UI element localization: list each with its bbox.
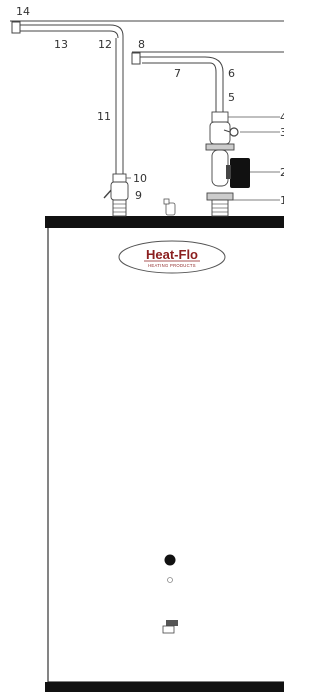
pipe-cap-8 [131, 52, 141, 65]
callout-1: 1 [280, 194, 284, 207]
heat-flo-logo: Heat-Flo HEATING PRODUCTS [118, 240, 226, 274]
tank-body [47, 228, 284, 683]
callout-14: 14 [16, 5, 30, 18]
small-indicator [167, 577, 173, 583]
pump-motor-2 [230, 158, 250, 188]
tank-top-band [45, 216, 284, 228]
pump-valve-body [209, 121, 231, 145]
callout-4: 4 [280, 111, 284, 124]
pipe-cap-14 [11, 21, 21, 34]
callout-5: 5 [228, 91, 235, 104]
valve-10 [112, 173, 127, 183]
fitting-4 [211, 111, 229, 123]
callout-11: 11 [97, 110, 111, 123]
right-pipe-system [131, 51, 284, 217]
pump-housing [211, 149, 229, 187]
valve-body-9 [110, 181, 129, 201]
flange-1 [206, 192, 234, 201]
callout-3: 3 [280, 126, 284, 139]
elbow-12 [109, 24, 124, 39]
leader-lines [126, 116, 280, 201]
logo-tagline: HEATING PRODUCTS [148, 263, 196, 268]
elbow-6 [204, 56, 224, 73]
callout-8: 8 [138, 38, 145, 51]
callout-10: 10 [133, 172, 147, 185]
callout-6: 6 [228, 67, 235, 80]
callout-2: 2 [280, 166, 284, 179]
tank-bottom-band [45, 682, 284, 692]
flange-top [205, 143, 235, 151]
indicator-light [164, 554, 176, 566]
callout-13: 13 [54, 38, 68, 51]
storage-tank [45, 216, 284, 692]
callout-12: 12 [98, 38, 112, 51]
valve-3 [229, 127, 239, 137]
top-fitting [163, 198, 176, 216]
callout-9: 9 [135, 189, 142, 202]
heater-diagram: Heat-Flo HEATING PRODUCTS 14 13 12 8 7 6… [10, 5, 284, 692]
callout-7: 7 [174, 67, 181, 80]
logo-brand-text: Heat-Flo [146, 247, 198, 262]
